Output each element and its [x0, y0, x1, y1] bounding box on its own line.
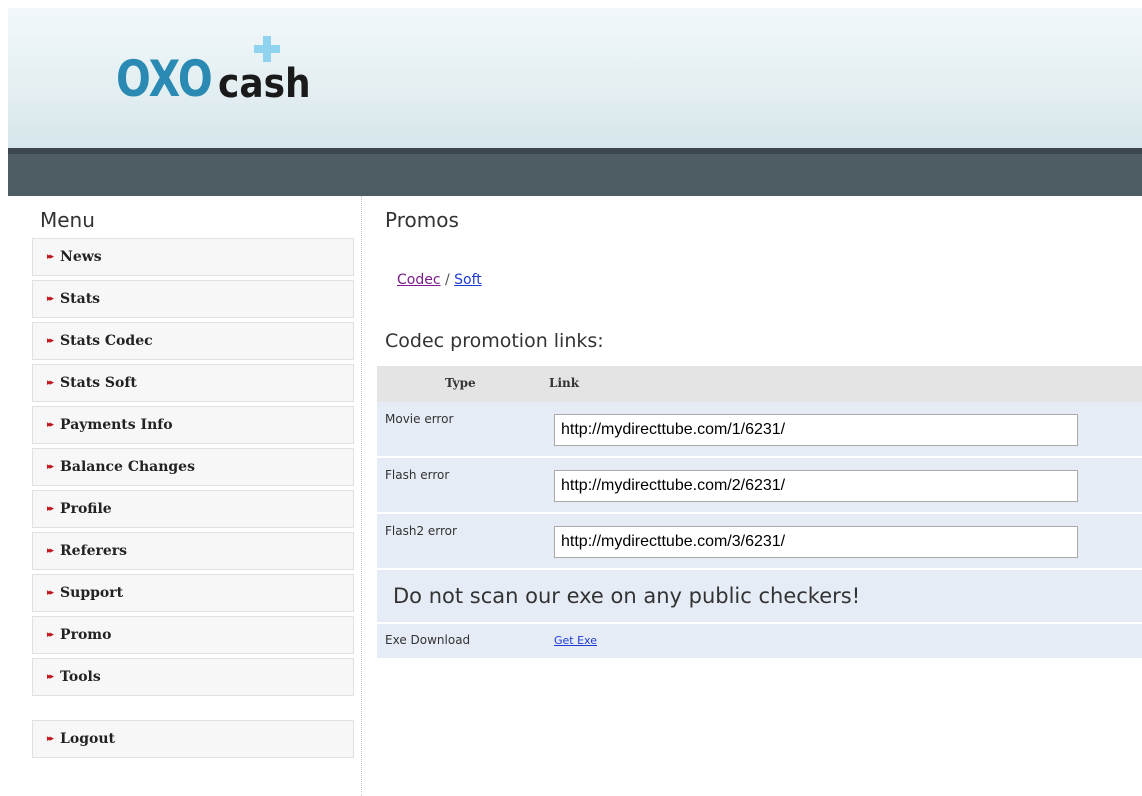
arrow-icon: ▸▸ — [47, 252, 54, 262]
sidebar-item-label: Stats Codec — [60, 333, 153, 349]
table-row: Movie error — [377, 402, 1142, 458]
get-exe-link[interactable]: Get Exe — [554, 634, 597, 647]
sidebar-item-label: Profile — [60, 501, 112, 517]
sidebar-item-stats-codec[interactable]: ▸▸ Stats Codec — [32, 322, 354, 360]
menu: ▸▸ News ▸▸ Stats ▸▸ Stats Codec ▸▸ Stats Sof… — [32, 238, 354, 762]
table-row: Flash error — [377, 458, 1142, 514]
arrow-icon: ▸▸ — [47, 546, 54, 556]
column-header-link: Link — [549, 376, 580, 390]
logo-oxo: OXO — [116, 50, 213, 108]
arrow-icon: ▸▸ — [47, 420, 54, 430]
download-type: Exe Download — [385, 633, 471, 647]
link-input-flash2-error[interactable] — [554, 526, 1078, 558]
arrow-icon: ▸▸ — [47, 378, 54, 388]
table-header: Type Link — [377, 366, 1142, 402]
link-input-flash-error[interactable] — [554, 470, 1078, 502]
section-title: Codec promotion links: — [385, 330, 604, 352]
sidebar-item-label: Stats Soft — [60, 375, 137, 391]
link-input-movie-error[interactable] — [554, 414, 1078, 446]
sidebar-item-label: Payments Info — [60, 417, 173, 433]
tab-soft[interactable]: Soft — [454, 272, 482, 288]
arrow-icon: ▸▸ — [47, 734, 54, 744]
sidebar-item-label: Promo — [60, 627, 112, 643]
menu-title: Menu — [40, 208, 95, 232]
arrow-icon: ▸▸ — [47, 588, 54, 598]
sidebar-item-label: Support — [60, 585, 124, 601]
sidebar-item-stats-soft[interactable]: ▸▸ Stats Soft — [32, 364, 354, 402]
download-row: Exe Download Get Exe — [377, 624, 1142, 658]
arrow-icon: ▸▸ — [47, 630, 54, 640]
page-title: Promos — [385, 208, 459, 232]
arrow-icon: ▸▸ — [47, 294, 54, 304]
sidebar-item-balance-changes[interactable]: ▸▸ Balance Changes — [32, 448, 354, 486]
arrow-icon: ▸▸ — [47, 336, 54, 346]
arrow-icon: ▸▸ — [47, 462, 54, 472]
table-row: Flash2 error — [377, 514, 1142, 570]
tab-separator: / — [440, 272, 455, 288]
sidebar-item-tools[interactable]: ▸▸ Tools — [32, 658, 354, 696]
logo[interactable]: OXO cash — [116, 32, 356, 112]
sidebar-item-news[interactable]: ▸▸ News — [32, 238, 354, 276]
sidebar-item-label: Tools — [60, 669, 101, 685]
row-type: Flash2 error — [385, 524, 457, 538]
sidebar-item-profile[interactable]: ▸▸ Profile — [32, 490, 354, 528]
sidebar-item-label: Balance Changes — [60, 459, 195, 475]
logout-label: Logout — [60, 731, 116, 747]
tab-codec[interactable]: Codec — [397, 272, 441, 288]
sidebar-item-referers[interactable]: ▸▸ Referers — [32, 532, 354, 570]
row-type: Movie error — [385, 412, 454, 426]
sidebar-item-payments-info[interactable]: ▸▸ Payments Info — [32, 406, 354, 444]
plus-icon — [254, 36, 280, 62]
sidebar-item-label: News — [60, 249, 102, 265]
arrow-icon: ▸▸ — [47, 504, 54, 514]
logo-cash: cash — [218, 61, 311, 107]
promo-tabs: Codec / Soft — [397, 272, 482, 288]
sidebar-item-label: Referers — [60, 543, 128, 559]
header: OXO cash — [8, 8, 1142, 148]
nav-bar — [8, 148, 1142, 196]
sidebar-item-promo[interactable]: ▸▸ Promo — [32, 616, 354, 654]
warning-text: Do not scan our exe on any public checke… — [393, 584, 861, 608]
row-type: Flash error — [385, 468, 450, 482]
warning-row: Do not scan our exe on any public checke… — [377, 570, 1142, 624]
sidebar-item-stats[interactable]: ▸▸ Stats — [32, 280, 354, 318]
column-header-type: Type — [445, 376, 476, 390]
sidebar: Menu ▸▸ News ▸▸ Stats ▸▸ Stats Codec ▸▸ Stat… — [32, 196, 362, 796]
main-content: Promos Codec / Soft Codec promotion link… — [377, 196, 1142, 796]
promo-links-table: Type Link Movie error Flash error Flash2… — [377, 366, 1142, 658]
logout-button[interactable]: ▸▸ Logout — [32, 720, 354, 758]
sidebar-item-label: Stats — [60, 291, 101, 307]
arrow-icon: ▸▸ — [47, 672, 54, 682]
sidebar-item-support[interactable]: ▸▸ Support — [32, 574, 354, 612]
